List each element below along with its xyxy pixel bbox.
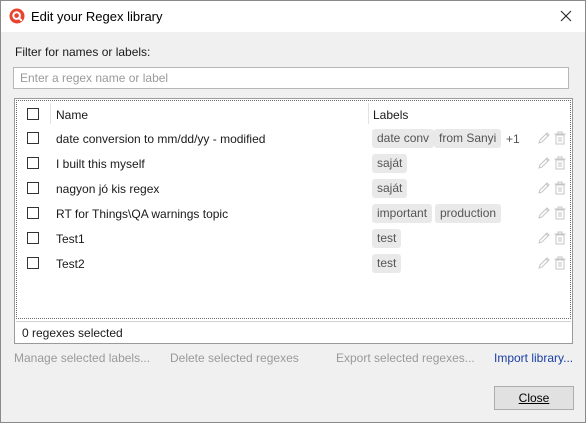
trash-icon[interactable] — [553, 206, 567, 220]
regex-name: nagyon jó kis regex — [56, 182, 160, 196]
regex-name: Test2 — [56, 257, 85, 271]
filter-label: Filter for names or labels: — [15, 45, 151, 59]
regex-table: Name Labels date conversion to mm/dd/yy … — [16, 100, 571, 319]
row-checkbox[interactable] — [27, 157, 39, 169]
label-chip: test — [372, 229, 402, 248]
trash-icon[interactable] — [553, 181, 567, 195]
table-header: Name Labels — [17, 101, 570, 126]
close-button[interactable]: Close — [494, 386, 574, 410]
label-chip: saját — [372, 154, 408, 173]
regex-name: date conversion to mm/dd/yy - modified — [56, 132, 266, 146]
column-header-name[interactable]: Name — [56, 108, 88, 122]
pencil-icon[interactable] — [537, 231, 551, 245]
label-chip: from Sanyi — [434, 129, 502, 148]
pencil-icon[interactable] — [537, 156, 551, 170]
pencil-icon[interactable] — [537, 181, 551, 195]
trash-icon[interactable] — [553, 156, 567, 170]
regex-name: Test1 — [56, 232, 85, 246]
table-row[interactable]: date conversion to mm/dd/yy - modified d… — [17, 126, 570, 151]
column-separator — [368, 103, 369, 124]
table-row[interactable]: RT for Things\QA warnings topic importan… — [17, 201, 570, 226]
label-chip: important — [372, 204, 433, 223]
pencil-icon[interactable] — [537, 256, 551, 270]
export-selected-link[interactable]: Export selected regexes... — [336, 351, 475, 365]
filter-input[interactable] — [13, 67, 569, 89]
row-checkbox[interactable] — [27, 182, 39, 194]
label-chip: test — [372, 254, 402, 273]
column-separator — [50, 103, 51, 124]
regex-list[interactable]: Name Labels date conversion to mm/dd/yy … — [14, 98, 573, 344]
trash-icon[interactable] — [553, 256, 567, 270]
label-chip: production — [435, 204, 502, 223]
regex-library-dialog: Edit your Regex library Filter for names… — [0, 0, 586, 423]
table-row[interactable]: Test1 test — [17, 226, 570, 251]
title-bar: Edit your Regex library — [1, 1, 585, 32]
trash-icon[interactable] — [553, 231, 567, 245]
row-checkbox[interactable] — [27, 207, 39, 219]
regex-name: I built this myself — [56, 157, 145, 171]
column-header-labels[interactable]: Labels — [373, 108, 408, 122]
close-button-label: Close — [518, 391, 550, 405]
import-library-link[interactable]: Import library... — [494, 351, 573, 365]
row-checkbox[interactable] — [27, 132, 39, 144]
app-logo-icon — [9, 8, 25, 24]
selection-count: 0 regexes selected — [22, 326, 123, 340]
label-chip: date conv — [372, 129, 435, 148]
pencil-icon[interactable] — [537, 206, 551, 220]
label-chip: saját — [372, 179, 408, 198]
pencil-icon[interactable] — [537, 131, 551, 145]
row-checkbox[interactable] — [27, 232, 39, 244]
table-row[interactable]: nagyon jó kis regex saját — [17, 176, 570, 201]
status-bar: 0 regexes selected — [16, 321, 571, 342]
close-icon[interactable] — [557, 7, 575, 25]
window-title: Edit your Regex library — [31, 9, 163, 24]
more-labels-count: +1 — [506, 132, 520, 146]
select-all-checkbox[interactable] — [27, 108, 39, 120]
regex-name: RT for Things\QA warnings topic — [56, 207, 229, 221]
delete-selected-link[interactable]: Delete selected regexes — [170, 351, 299, 365]
trash-icon[interactable] — [553, 131, 567, 145]
manage-labels-link[interactable]: Manage selected labels... — [14, 351, 150, 365]
table-row[interactable]: I built this myself saját — [17, 151, 570, 176]
table-row[interactable]: Test2 test — [17, 251, 570, 276]
row-checkbox[interactable] — [27, 257, 39, 269]
